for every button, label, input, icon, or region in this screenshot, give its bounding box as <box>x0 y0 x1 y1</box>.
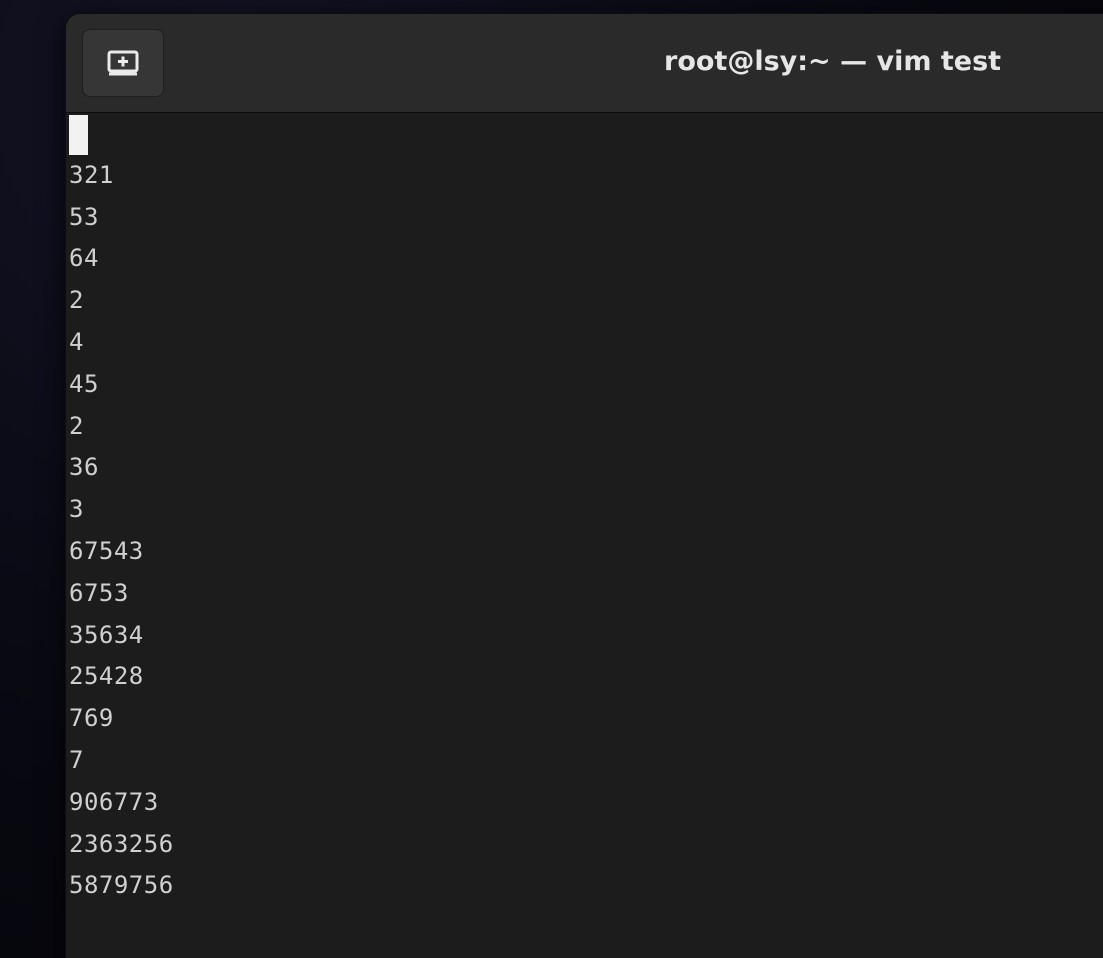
buffer-line: 35634 <box>69 620 144 649</box>
window-title: root@lsy:~ — vim test <box>664 46 1002 77</box>
buffer-line: 6753 <box>69 578 129 607</box>
buffer-line: 45 <box>69 369 99 398</box>
buffer-line: 2 <box>69 286 84 315</box>
buffer-line: 3 <box>69 495 84 524</box>
window-titlebar[interactable]: root@lsy:~ — vim test <box>66 14 1103 113</box>
buffer-line: 5879756 <box>69 871 174 900</box>
vim-buffer[interactable]: 321 53 64 2 4 45 2 36 3 67543 6753 35634… <box>69 113 189 907</box>
buffer-line: 906773 <box>69 787 159 816</box>
new-tab-button[interactable] <box>82 29 164 97</box>
buffer-line: 67543 <box>69 536 144 565</box>
buffer-line: 7 <box>69 745 84 774</box>
new-tab-icon <box>107 50 139 76</box>
buffer-line <box>69 113 189 155</box>
buffer-line: 4 <box>69 327 84 356</box>
buffer-line: 2 <box>69 411 84 440</box>
buffer-line: 2363256 <box>69 829 174 858</box>
buffer-line: 769 <box>69 704 114 733</box>
buffer-line: 25428 <box>69 662 144 691</box>
terminal-content[interactable]: 321 53 64 2 4 45 2 36 3 67543 6753 35634… <box>66 113 1103 958</box>
text-cursor <box>69 115 88 155</box>
buffer-line: 36 <box>69 453 99 482</box>
terminal-window: root@lsy:~ — vim test 321 53 64 2 4 45 2… <box>66 14 1103 958</box>
